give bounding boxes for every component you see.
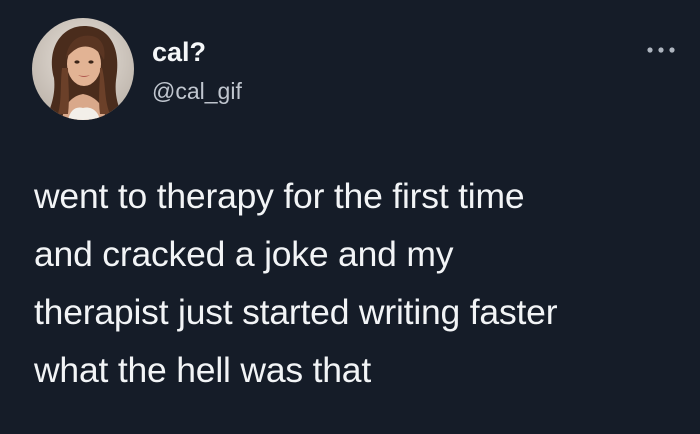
more-horizontal-icon: [647, 47, 675, 53]
author-info: cal? @cal_gif: [152, 36, 242, 106]
user-handle[interactable]: @cal_gif: [152, 76, 242, 106]
tweet-text: went to therapy for the first time and c…: [34, 176, 558, 390]
avatar[interactable]: [32, 18, 134, 120]
display-name[interactable]: cal?: [152, 36, 242, 68]
tweet-card: cal? @cal_gif went to therapy for the fi…: [0, 0, 700, 434]
more-options-button[interactable]: [644, 40, 678, 60]
profile-photo-icon: [32, 18, 134, 120]
